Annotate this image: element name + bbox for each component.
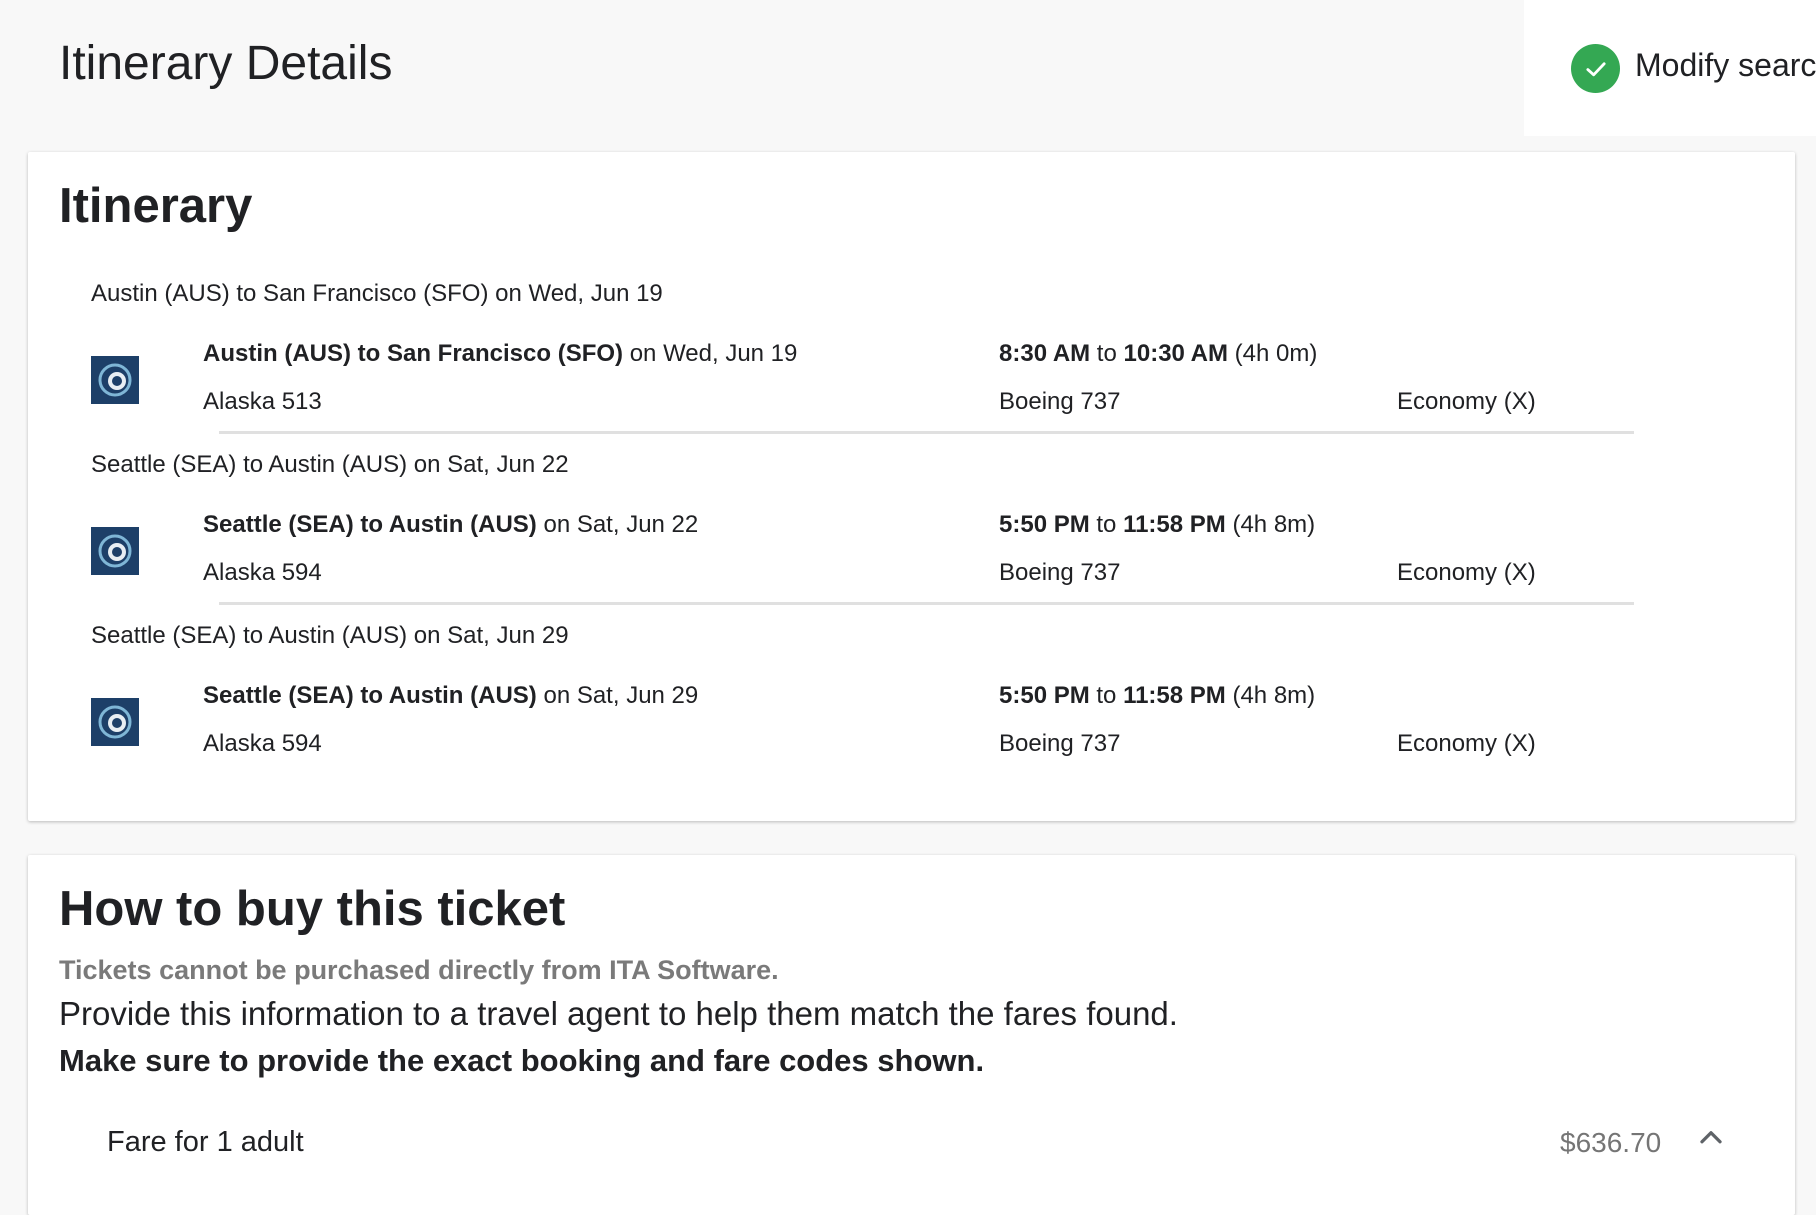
- segment-route-cities: Seattle (SEA) to Austin (AUS): [203, 682, 537, 709]
- slice-header: Seattle (SEA) to Austin (AUS) on Sat, Ju…: [91, 622, 569, 649]
- modify-search-label: Modify searc: [1635, 47, 1816, 83]
- modify-search-button[interactable]: Modify searc: [1524, 0, 1816, 136]
- segment-duration: (4h 8m): [1225, 511, 1316, 538]
- segment-times: 5:50 PM to 11:58 PM (4h 8m): [999, 511, 1315, 539]
- segment-cabin: Economy (X): [1397, 730, 1536, 757]
- segment-arrive-time: 10:30 AM: [1123, 340, 1228, 367]
- segment-divider: [219, 431, 1634, 434]
- segment-depart-time: 8:30 AM: [999, 340, 1091, 367]
- segment-depart-time: 5:50 PM: [999, 511, 1090, 538]
- segment-flight-number: Alaska 513: [203, 388, 322, 415]
- segment-times: 5:50 PM to 11:58 PM (4h 8m): [999, 682, 1315, 710]
- booking-codes-emphasis: Make sure to provide the exact booking a…: [59, 1043, 985, 1078]
- alaska-airlines-logo-icon: [91, 698, 139, 746]
- segment-arrive-time: 11:58 PM: [1123, 511, 1226, 538]
- fare-amount: $636.70: [1560, 1127, 1662, 1158]
- segment-route: Seattle (SEA) to Austin (AUS) on Sat, Ju…: [203, 682, 698, 710]
- segment-route-cities: Seattle (SEA) to Austin (AUS): [203, 511, 537, 538]
- how-to-buy-title: How to buy this ticket: [59, 882, 566, 936]
- segment-times: 8:30 AM to 10:30 AM (4h 0m): [999, 340, 1317, 368]
- segment-cabin: Economy (X): [1397, 388, 1536, 415]
- slice-header: Austin (AUS) to San Francisco (SFO) on W…: [91, 280, 663, 307]
- segment-aircraft: Boeing 737: [999, 388, 1121, 415]
- alaska-airlines-logo-icon: [91, 356, 139, 404]
- segment-route-date: on Sat, Jun 22: [536, 511, 699, 538]
- page-title: Itinerary Details: [59, 37, 393, 90]
- segment-aircraft: Boeing 737: [999, 730, 1121, 757]
- segment-aircraft: Boeing 737: [999, 559, 1121, 586]
- fare-label[interactable]: Fare for 1 adult: [107, 1126, 304, 1159]
- segment-cabin: Economy (X): [1397, 559, 1536, 586]
- how-to-buy-card: How to buy this ticket Tickets cannot be…: [28, 855, 1795, 1215]
- segment-to-word: to: [1089, 682, 1124, 709]
- itinerary-title: Itinerary: [59, 179, 253, 233]
- segment-route-cities: Austin (AUS) to San Francisco (SFO): [203, 340, 624, 367]
- segment-duration: (4h 0m): [1227, 340, 1318, 367]
- segment-arrive-time: 11:58 PM: [1123, 682, 1226, 709]
- segment-route-date: on Wed, Jun 19: [623, 340, 798, 367]
- itinerary-card: Itinerary Austin (AUS) to San Francisco …: [28, 152, 1795, 821]
- segment-route: Austin (AUS) to San Francisco (SFO) on W…: [203, 340, 797, 368]
- segment-flight-number: Alaska 594: [203, 559, 322, 586]
- alaska-airlines-logo-icon: [91, 527, 139, 575]
- segment-to-word: to: [1089, 511, 1124, 538]
- segment-route: Seattle (SEA) to Austin (AUS) on Sat, Ju…: [203, 511, 698, 539]
- slice-header: Seattle (SEA) to Austin (AUS) on Sat, Ju…: [91, 451, 569, 478]
- segment-divider: [219, 602, 1634, 605]
- segment-to-word: to: [1090, 340, 1124, 367]
- check-circle-icon: [1571, 44, 1620, 93]
- purchase-note: Tickets cannot be purchased directly fro…: [59, 955, 779, 985]
- segment-flight-number: Alaska 594: [203, 730, 322, 757]
- segment-duration: (4h 8m): [1225, 682, 1316, 709]
- segment-route-date: on Sat, Jun 29: [536, 682, 699, 709]
- segment-depart-time: 5:50 PM: [999, 682, 1090, 709]
- chevron-up-icon[interactable]: [1693, 1120, 1729, 1156]
- agent-instruction: Provide this information to a travel age…: [59, 995, 1178, 1032]
